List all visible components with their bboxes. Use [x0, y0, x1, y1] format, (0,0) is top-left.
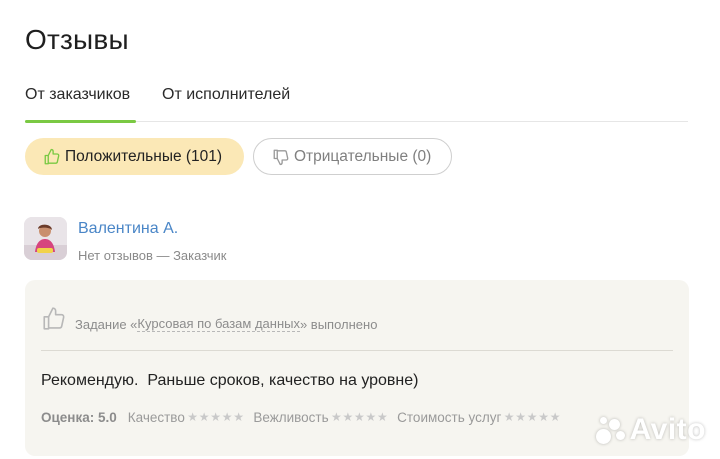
star-icon: ★	[377, 410, 388, 424]
positive-filter-button[interactable]: Положительные (101)	[25, 138, 244, 175]
star-icon: ★	[538, 410, 550, 424]
task-suffix: » выполнено	[299, 317, 378, 332]
star-icon: ★	[515, 410, 527, 424]
star-icon: ★	[221, 410, 233, 424]
negative-filter-label: Отрицательные (0)	[294, 147, 432, 165]
tab-from-customers[interactable]: От заказчиков	[25, 84, 136, 123]
star-icon: ★	[503, 410, 515, 424]
star-icon: ★	[331, 410, 342, 424]
reviewer-name-link[interactable]: Валентина А.	[78, 220, 178, 238]
review-source-tabs: От заказчиков От исполнителей	[25, 84, 688, 123]
reviewer-avatar[interactable]	[24, 217, 67, 260]
star-icon: ★	[233, 410, 244, 424]
rating-label-price: Стоимость услуг	[397, 410, 502, 425]
thumbs-up-icon	[44, 148, 60, 164]
star-rating-quality: ★ ★ ★ ★ ★	[187, 410, 245, 424]
thumbs-down-icon	[273, 149, 289, 165]
star-icon: ★	[187, 410, 198, 424]
avito-logo-icon	[595, 415, 626, 445]
avito-watermark: Avito	[595, 413, 706, 447]
review-card: Задание «Курсовая по базам данных» выпол…	[25, 280, 689, 456]
rating-label-politeness: Вежливость	[253, 410, 329, 425]
ratings-row: Оценка: 5.0 Качество ★ ★ ★ ★ ★ Вежливость ★ ★…	[41, 410, 570, 425]
star-icon: ★	[198, 410, 210, 424]
overall-score: Оценка: 5.0	[41, 410, 117, 425]
star-rating-price: ★ ★ ★ ★ ★	[503, 410, 561, 424]
task-prefix: Задание «	[75, 317, 138, 332]
divider	[41, 350, 673, 351]
rating-label-quality: Качество	[127, 410, 185, 425]
reviewer-meta: Нет отзывов — Заказчик	[78, 248, 227, 263]
star-icon: ★	[365, 410, 377, 424]
negative-filter-button[interactable]: Отрицательные (0)	[253, 138, 452, 175]
review-text: Рекомендую. Раньше сроков, качество на у…	[41, 372, 419, 389]
star-rating-politeness: ★ ★ ★ ★ ★	[331, 410, 389, 424]
task-line: Задание «Курсовая по базам данных» выпол…	[41, 302, 377, 332]
star-icon: ★	[526, 410, 538, 424]
task-title-link[interactable]: Курсовая по базам данных	[137, 316, 300, 332]
thumbs-up-icon	[43, 307, 65, 330]
star-icon: ★	[549, 410, 561, 424]
positive-filter-label: Положительные (101)	[65, 147, 223, 165]
tab-from-performers[interactable]: От исполнителей	[162, 84, 290, 122]
star-icon: ★	[342, 410, 354, 424]
avito-wordmark: Avito	[629, 413, 706, 446]
star-icon: ★	[210, 410, 221, 424]
page-title: Отзывы	[25, 24, 129, 55]
star-icon: ★	[354, 410, 365, 424]
